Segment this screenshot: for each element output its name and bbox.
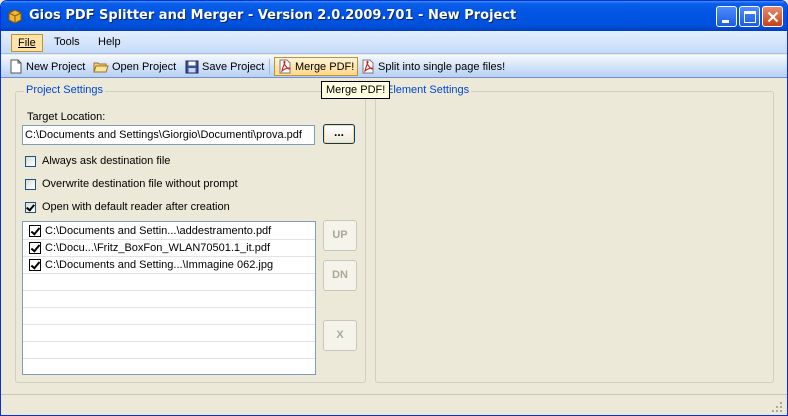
menu-tools-label: Tools [54, 36, 80, 48]
toolbar-separator [269, 59, 270, 74]
open-default-reader-checkbox-row[interactable]: Open with default reader after creation [25, 200, 230, 214]
maximize-icon [744, 11, 756, 23]
empty-row [23, 342, 315, 359]
empty-row [23, 274, 315, 291]
move-down-button[interactable]: DN [323, 260, 357, 291]
empty-row [23, 291, 315, 308]
new-document-icon [10, 59, 22, 74]
menu-help[interactable]: Help [92, 34, 127, 52]
element-settings-group: Element Settings [375, 84, 774, 383]
remove-button[interactable]: X [323, 320, 357, 351]
always-ask-label: Always ask destination file [42, 155, 171, 167]
maximize-button[interactable] [739, 6, 760, 27]
browse-button[interactable]: ... [323, 124, 355, 144]
list-item[interactable]: C:\Documents and Settin...\addestramento… [23, 223, 315, 240]
toolbar: New Project Open Project Save Project Me… [1, 55, 787, 78]
pdf-icon [362, 59, 374, 74]
split-pdf-button[interactable]: Split into single page files! [358, 57, 508, 76]
merge-pdf-tooltip: Merge PDF! [321, 81, 391, 99]
open-project-button[interactable]: Open Project [90, 57, 179, 76]
always-ask-checkbox[interactable] [25, 155, 36, 167]
empty-row [23, 359, 315, 374]
merge-pdf-button[interactable]: Merge PDF! [274, 57, 359, 76]
menu-tools[interactable]: Tools [48, 34, 86, 52]
floppy-disk-icon [185, 60, 199, 73]
file-list[interactable]: C:\Documents and Settin...\addestramento… [22, 221, 316, 375]
file-checkbox[interactable] [29, 242, 41, 254]
open-default-reader-label: Open with default reader after creation [42, 201, 230, 213]
empty-row [23, 325, 315, 342]
window-title: Gios PDF Splitter and Merger - Version 2… [29, 8, 517, 23]
menu-file-label: File [18, 37, 36, 49]
overwrite-checkbox[interactable] [25, 178, 36, 190]
new-project-button[interactable]: New Project [6, 57, 88, 76]
project-settings-caption: Project Settings [24, 84, 106, 96]
always-ask-checkbox-row[interactable]: Always ask destination file [25, 154, 170, 168]
minimize-button[interactable] [716, 6, 737, 27]
open-project-label: Open Project [112, 60, 177, 73]
new-project-label: New Project [26, 60, 86, 73]
overwrite-label: Overwrite destination file without promp… [42, 178, 238, 190]
menu-file[interactable]: File [11, 34, 43, 52]
save-project-button[interactable]: Save Project [182, 57, 267, 76]
empty-row [23, 308, 315, 325]
app-icon [8, 9, 22, 24]
title-bar[interactable]: Gios PDF Splitter and Merger - Version 2… [1, 1, 787, 31]
save-project-label: Save Project [202, 60, 265, 73]
open-folder-icon [93, 62, 109, 72]
file-path: C:\Documents and Setting...\Immagine 062… [45, 259, 274, 271]
move-up-button[interactable]: UP [323, 220, 357, 251]
element-settings-caption: Element Settings [384, 84, 472, 96]
list-item[interactable]: C:\Documents and Setting...\Immagine 062… [23, 257, 315, 274]
app-window: Gios PDF Splitter and Merger - Version 2… [0, 0, 788, 416]
target-location-input[interactable]: C:\Documents and Settings\Giorgio\Docume… [22, 125, 315, 145]
close-icon [767, 11, 779, 23]
status-bar [1, 394, 787, 415]
merge-pdf-label: Merge PDF! [295, 60, 355, 73]
close-button[interactable] [762, 6, 783, 27]
menu-help-label: Help [98, 36, 121, 48]
target-location-label: Target Location: [27, 111, 106, 123]
pdf-icon [279, 59, 291, 74]
minimize-icon [722, 20, 729, 23]
list-item[interactable]: C:\Docu...\Fritz_BoxFon_WLAN70501.1_it.p… [23, 240, 315, 257]
overwrite-checkbox-row[interactable]: Overwrite destination file without promp… [25, 177, 238, 191]
open-default-reader-checkbox[interactable] [25, 201, 36, 213]
file-checkbox[interactable] [29, 225, 41, 237]
split-pdf-label: Split into single page files! [378, 60, 506, 73]
resize-grip-icon[interactable] [771, 401, 783, 413]
file-path: C:\Documents and Settin...\addestramento… [45, 225, 272, 237]
menu-bar: File Tools Help [1, 31, 787, 54]
file-path: C:\Docu...\Fritz_BoxFon_WLAN70501.1_it.p… [45, 242, 270, 254]
file-checkbox[interactable] [29, 259, 41, 271]
